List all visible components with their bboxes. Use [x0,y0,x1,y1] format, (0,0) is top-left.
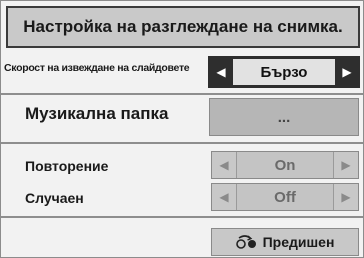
shuffle-value: Off [237,184,333,210]
divider [1,93,363,95]
repeat-selector[interactable]: ◀ On ▶ [211,151,359,179]
photo-view-settings-dialog: Настройка на разглеждане на снимка. Скор… [0,0,364,258]
repeat-value: On [237,152,333,178]
slide-speed-selector[interactable]: ◀ Бързо ▶ [208,56,360,88]
shuffle-selector[interactable]: ◀ Off ▶ [211,183,359,211]
divider [1,142,363,144]
music-folder-browse-button[interactable]: ... [209,98,359,136]
shuffle-left-arrow-icon[interactable]: ◀ [212,184,237,210]
repeat-left-arrow-icon[interactable]: ◀ [212,152,237,178]
shuffle-right-arrow-icon[interactable]: ▶ [333,184,358,210]
slide-speed-value: Бързо [233,59,335,85]
repeat-right-arrow-icon[interactable]: ▶ [333,152,358,178]
back-button[interactable]: Предишен [211,228,359,256]
back-button-label: Предишен [262,234,335,250]
music-folder-label: Музикална папка [25,104,169,123]
shuffle-label: Случаен [25,190,84,206]
divider [1,216,363,218]
slide-speed-label: Скорост на извеждане на слайдовете [4,62,190,74]
repeat-label: Повторение [25,158,109,174]
back-remote-icon [235,235,258,249]
dialog-title: Настройка на разглеждане на снимка. [6,6,360,48]
slide-speed-left-arrow-icon[interactable]: ◀ [209,57,233,87]
slide-speed-right-arrow-icon[interactable]: ▶ [335,57,359,87]
